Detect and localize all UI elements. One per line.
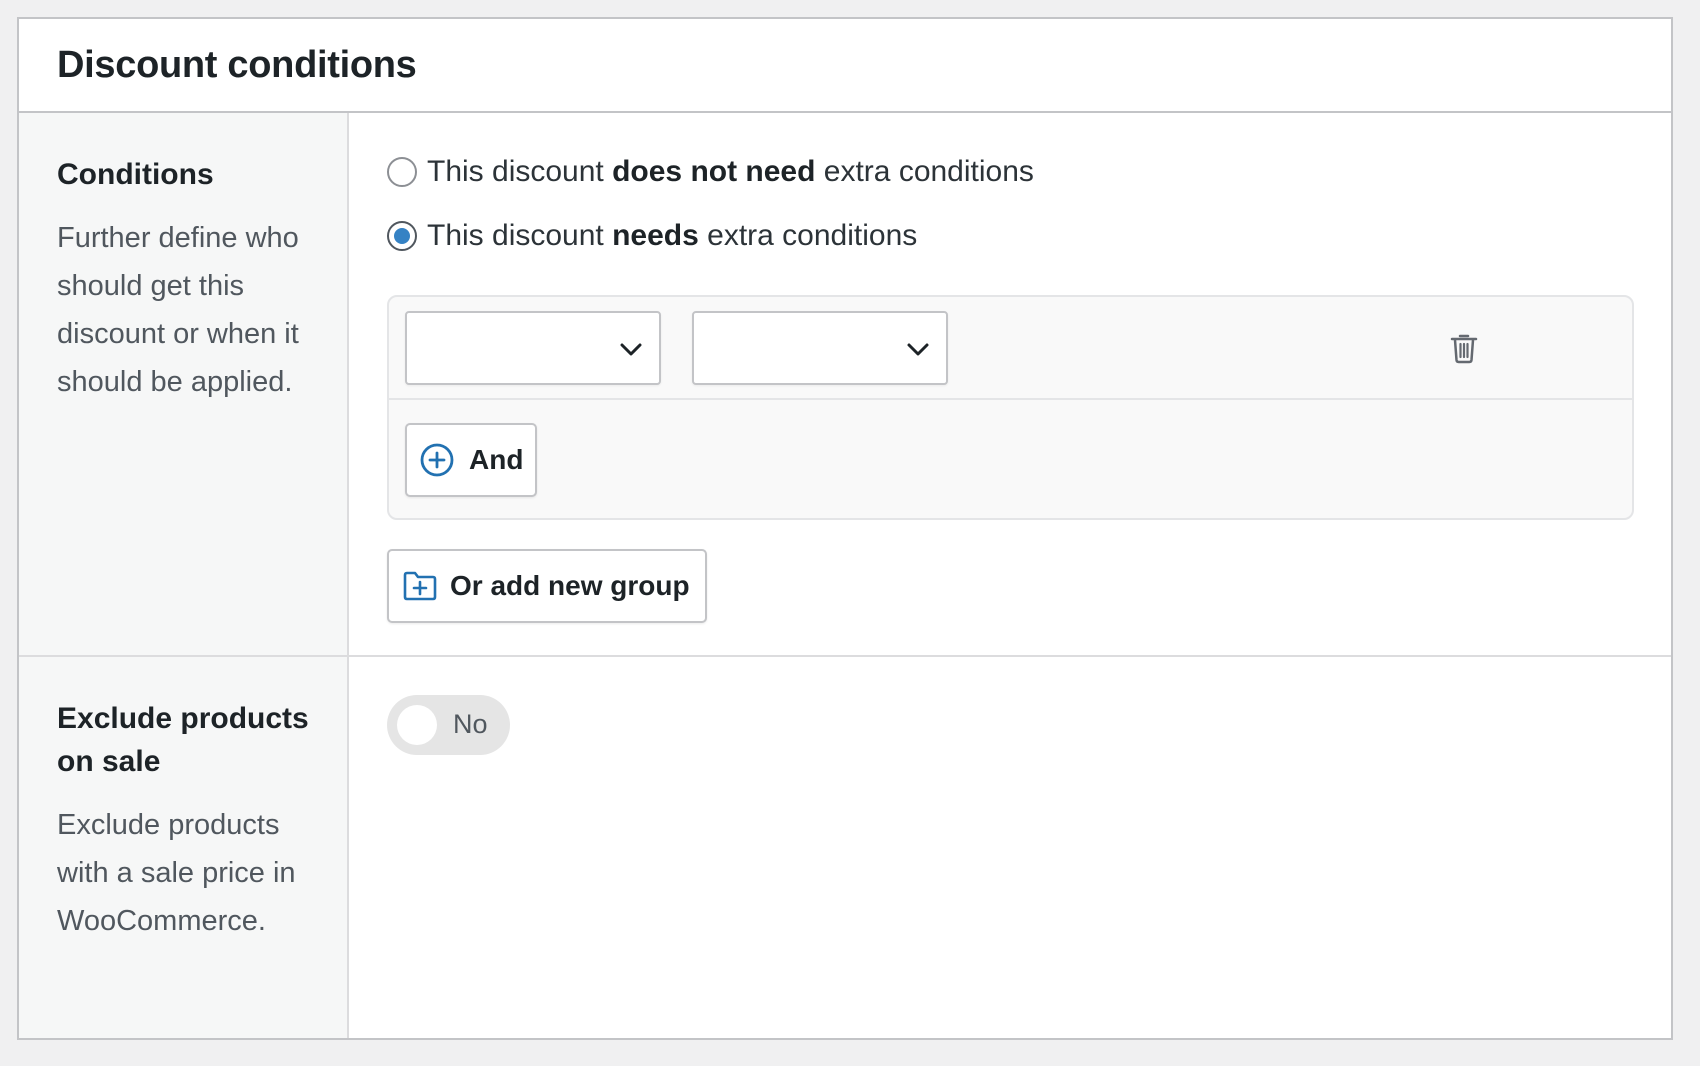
conditions-content: This discount does not need extra condit… [349,113,1671,655]
add-and-condition-button[interactable]: And [405,423,537,497]
conditions-sidebar: Conditions Further define who should get… [19,113,349,655]
radio-no-conditions-prefix: This discount [427,155,613,188]
exclude-sale-toggle[interactable]: No [387,695,510,755]
group-divider [389,398,1632,400]
radio-needs-conditions-prefix: This discount [427,219,613,252]
chevron-down-icon [620,343,642,356]
trash-icon[interactable] [1449,332,1479,364]
conditions-row: Conditions Further define who should get… [19,113,1671,657]
radio-option-no-conditions[interactable]: This discount does not need extra condit… [387,155,1034,189]
add-and-label: And [469,444,524,475]
conditions-title: Conditions [57,158,214,191]
plus-circle-icon [420,443,454,477]
chevron-down-icon [907,343,929,356]
radio-no-conditions-emphasis: does not need [612,155,816,188]
radio-needs-conditions[interactable] [387,221,417,251]
exclude-sale-title: Exclude products on sale [57,702,309,778]
panel-title: Discount conditions [57,43,417,86]
panel-header: Discount conditions [19,19,1671,113]
condition-group: And [387,295,1634,520]
add-new-group-button[interactable]: Or add new group [387,549,707,623]
folder-plus-icon [403,571,437,601]
conditions-description: Further define who should get this disco… [57,222,299,398]
radio-needs-conditions-emphasis: needs [612,219,699,252]
radio-no-conditions[interactable] [387,157,417,187]
exclude-sale-sidebar: Exclude products on sale Exclude product… [19,657,349,1038]
radio-option-needs-conditions[interactable]: This discount needs extra conditions [387,219,917,253]
condition-type-select[interactable] [405,311,661,385]
exclude-sale-content: No [349,657,1671,1038]
toggle-knob [397,705,437,745]
discount-conditions-panel: Discount conditions Conditions Further d… [17,17,1673,1040]
radio-no-conditions-suffix: extra conditions [815,155,1034,188]
exclude-sale-description: Exclude products with a sale price in Wo… [57,809,296,937]
radio-needs-conditions-suffix: extra conditions [698,219,918,252]
exclude-sale-row: Exclude products on sale Exclude product… [19,657,1671,1038]
toggle-label: No [453,709,488,739]
condition-operator-select[interactable] [692,311,948,385]
add-new-group-label: Or add new group [450,570,690,601]
